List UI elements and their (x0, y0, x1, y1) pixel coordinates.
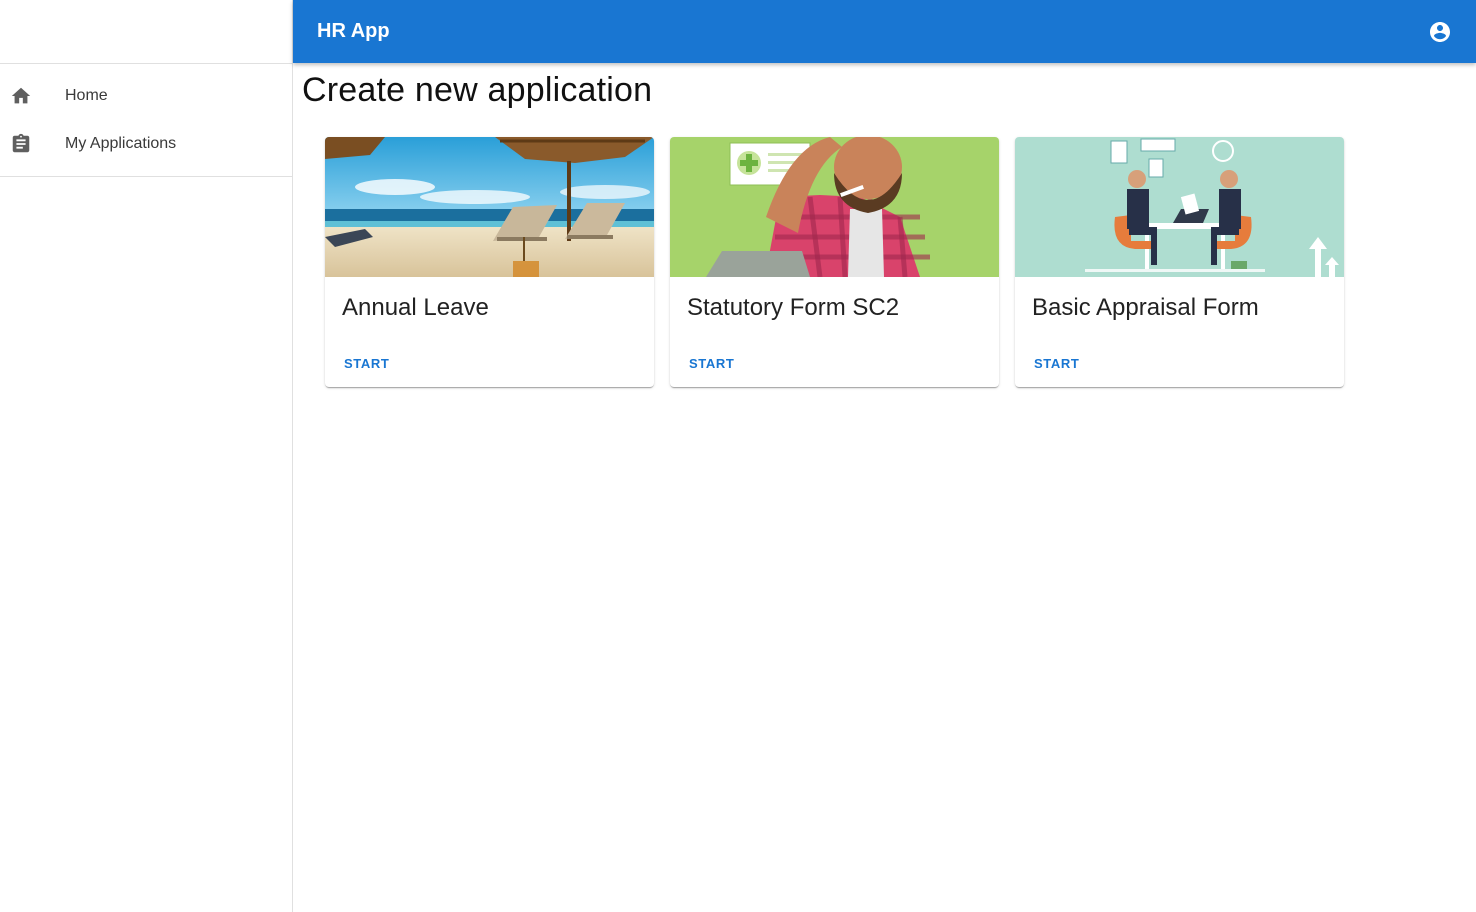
account-circle-icon (1430, 21, 1450, 42)
business-meeting-image (1015, 137, 1344, 277)
application-cards: Annual Leave START Statutory Form SC2 ST… (325, 137, 1344, 387)
sidebar-item-home[interactable]: Home (0, 72, 292, 120)
card-basic-appraisal-form: Basic Appraisal Form START (1015, 137, 1344, 387)
sick-man-image (670, 137, 999, 277)
start-button[interactable]: START (336, 350, 397, 376)
start-button[interactable]: START (681, 350, 742, 376)
card-annual-leave: Annual Leave START (325, 137, 654, 387)
page-title: Create new application (302, 71, 653, 109)
sidebar-item-my-applications[interactable]: My Applications (0, 120, 292, 168)
app-bar: HR App (293, 0, 1476, 63)
card-title: Statutory Form SC2 (687, 294, 900, 321)
sidebar-header (0, 0, 292, 64)
beach-image (325, 137, 654, 277)
sidebar: Home My Applications (0, 0, 293, 912)
card-title: Basic Appraisal Form (1032, 294, 1259, 321)
start-button[interactable]: START (1026, 350, 1087, 376)
card-statutory-form-sc2: Statutory Form SC2 START (670, 137, 999, 387)
sidebar-item-label: Home (65, 87, 108, 104)
card-title: Annual Leave (342, 294, 489, 321)
sidebar-nav: Home My Applications (0, 64, 292, 177)
home-icon (10, 85, 32, 107)
app-title: HR App (317, 20, 390, 42)
clipboard-icon (10, 133, 32, 155)
sidebar-item-label: My Applications (65, 135, 177, 152)
account-button[interactable] (1428, 20, 1452, 44)
